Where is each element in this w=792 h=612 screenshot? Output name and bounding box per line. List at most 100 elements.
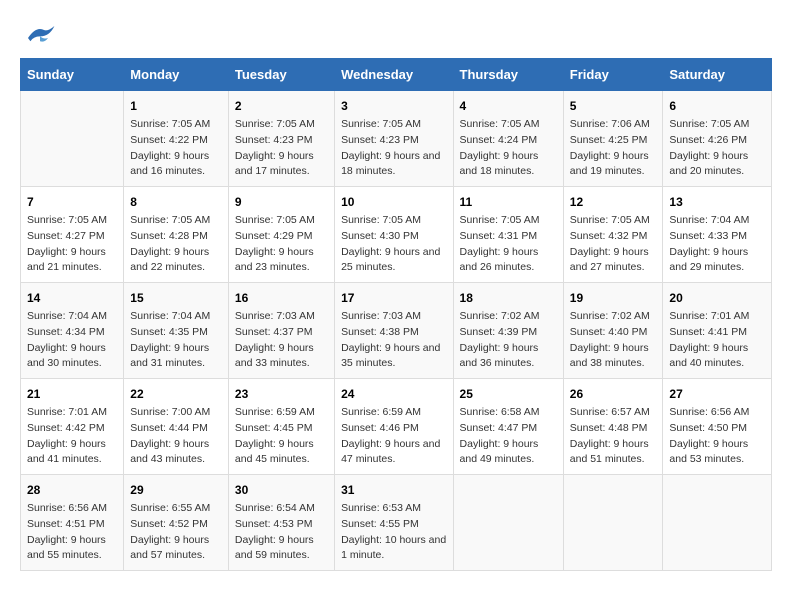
date-number: 5 xyxy=(570,97,657,115)
cell-info: Sunrise: 6:57 AMSunset: 4:48 PMDaylight:… xyxy=(570,405,657,468)
calendar-cell: 14 Sunrise: 7:04 AMSunset: 4:34 PMDayligh… xyxy=(21,283,124,379)
date-number: 6 xyxy=(669,97,765,115)
week-row-5: 28Sunrise: 6:56 AMSunset: 4:51 PMDayligh… xyxy=(21,475,772,571)
calendar-cell: 16 Sunrise: 7:03 AMSunset: 4:37 PMDayligh… xyxy=(228,283,334,379)
date-number: 7 xyxy=(27,193,117,211)
header-row: SundayMondayTuesdayWednesdayThursdayFrid… xyxy=(21,59,772,91)
calendar-cell: 26 Sunrise: 6:57 AMSunset: 4:48 PMDayligh… xyxy=(563,379,663,475)
calendar-cell: 12 Sunrise: 7:05 AMSunset: 4:32 PMDayligh… xyxy=(563,187,663,283)
date-number: 18 xyxy=(460,289,557,307)
cell-info: Sunrise: 7:01 AMSunset: 4:42 PMDaylight:… xyxy=(27,405,117,468)
date-number: 19 xyxy=(570,289,657,307)
date-number: 8 xyxy=(130,193,222,211)
calendar-table: SundayMondayTuesdayWednesdayThursdayFrid… xyxy=(20,58,772,571)
calendar-cell xyxy=(563,475,663,571)
header-day-thursday: Thursday xyxy=(453,59,563,91)
cell-info: Sunrise: 7:04 AMSunset: 4:35 PMDaylight:… xyxy=(130,309,222,372)
cell-info: Sunrise: 7:05 AMSunset: 4:23 PMDaylight:… xyxy=(235,117,328,180)
header-day-saturday: Saturday xyxy=(663,59,772,91)
calendar-cell: 24 Sunrise: 6:59 AMSunset: 4:46 PMDayligh… xyxy=(335,379,453,475)
calendar-cell: 27Sunrise: 6:56 AMSunset: 4:50 PMDayligh… xyxy=(663,379,772,475)
calendar-cell: 31 Sunrise: 6:53 AMSunset: 4:55 PMDayligh… xyxy=(335,475,453,571)
cell-info: Sunrise: 7:05 AMSunset: 4:27 PMDaylight:… xyxy=(27,213,117,276)
calendar-cell: 8 Sunrise: 7:05 AMSunset: 4:28 PMDaylight… xyxy=(124,187,229,283)
date-number: 26 xyxy=(570,385,657,403)
page-container: SundayMondayTuesdayWednesdayThursdayFrid… xyxy=(20,20,772,571)
calendar-cell: 25Sunrise: 6:58 AMSunset: 4:47 PMDayligh… xyxy=(453,379,563,475)
calendar-cell: 13 Sunrise: 7:04 AMSunset: 4:33 PMDayligh… xyxy=(663,187,772,283)
cell-info: Sunrise: 6:59 AMSunset: 4:45 PMDaylight:… xyxy=(235,405,328,468)
week-row-3: 14 Sunrise: 7:04 AMSunset: 4:34 PMDayligh… xyxy=(21,283,772,379)
calendar-cell: 4 Sunrise: 7:05 AMSunset: 4:24 PMDaylight… xyxy=(453,91,563,187)
date-number: 4 xyxy=(460,97,557,115)
date-number: 13 xyxy=(669,193,765,211)
week-row-1: 1 Sunrise: 7:05 AMSunset: 4:22 PMDaylight… xyxy=(21,91,772,187)
date-number: 20 xyxy=(669,289,765,307)
calendar-cell: 20 Sunrise: 7:01 AMSunset: 4:41 PMDayligh… xyxy=(663,283,772,379)
cell-info: Sunrise: 7:05 AMSunset: 4:29 PMDaylight:… xyxy=(235,213,328,276)
cell-info: Sunrise: 7:04 AMSunset: 4:34 PMDaylight:… xyxy=(27,309,117,372)
calendar-cell xyxy=(21,91,124,187)
date-number: 30 xyxy=(235,481,328,499)
date-number: 21 xyxy=(27,385,117,403)
cell-info: Sunrise: 6:59 AMSunset: 4:46 PMDaylight:… xyxy=(341,405,446,468)
calendar-cell: 30Sunrise: 6:54 AMSunset: 4:53 PMDayligh… xyxy=(228,475,334,571)
calendar-cell: 23 Sunrise: 6:59 AMSunset: 4:45 PMDayligh… xyxy=(228,379,334,475)
calendar-cell xyxy=(663,475,772,571)
week-row-2: 7 Sunrise: 7:05 AMSunset: 4:27 PMDaylight… xyxy=(21,187,772,283)
calendar-cell: 17 Sunrise: 7:03 AMSunset: 4:38 PMDayligh… xyxy=(335,283,453,379)
date-number: 15 xyxy=(130,289,222,307)
date-number: 1 xyxy=(130,97,222,115)
cell-info: Sunrise: 7:05 AMSunset: 4:32 PMDaylight:… xyxy=(570,213,657,276)
calendar-cell: 29Sunrise: 6:55 AMSunset: 4:52 PMDayligh… xyxy=(124,475,229,571)
calendar-cell: 1 Sunrise: 7:05 AMSunset: 4:22 PMDaylight… xyxy=(124,91,229,187)
calendar-cell: 9Sunrise: 7:05 AMSunset: 4:29 PMDaylight… xyxy=(228,187,334,283)
date-number: 24 xyxy=(341,385,446,403)
cell-info: Sunrise: 7:05 AMSunset: 4:23 PMDaylight:… xyxy=(341,117,446,180)
cell-info: Sunrise: 7:05 AMSunset: 4:22 PMDaylight:… xyxy=(130,117,222,180)
cell-info: Sunrise: 6:56 AMSunset: 4:51 PMDaylight:… xyxy=(27,501,117,564)
date-number: 2 xyxy=(235,97,328,115)
calendar-cell: 7 Sunrise: 7:05 AMSunset: 4:27 PMDaylight… xyxy=(21,187,124,283)
calendar-cell: 3 Sunrise: 7:05 AMSunset: 4:23 PMDaylight… xyxy=(335,91,453,187)
header-day-wednesday: Wednesday xyxy=(335,59,453,91)
header-day-tuesday: Tuesday xyxy=(228,59,334,91)
logo xyxy=(20,20,56,48)
cell-info: Sunrise: 7:01 AMSunset: 4:41 PMDaylight:… xyxy=(669,309,765,372)
calendar-cell: 6Sunrise: 7:05 AMSunset: 4:26 PMDaylight… xyxy=(663,91,772,187)
week-row-4: 21 Sunrise: 7:01 AMSunset: 4:42 PMDayligh… xyxy=(21,379,772,475)
cell-info: Sunrise: 7:06 AMSunset: 4:25 PMDaylight:… xyxy=(570,117,657,180)
date-number: 25 xyxy=(460,385,557,403)
date-number: 22 xyxy=(130,385,222,403)
logo-bird-icon xyxy=(24,20,56,48)
date-number: 16 xyxy=(235,289,328,307)
cell-info: Sunrise: 7:05 AMSunset: 4:24 PMDaylight:… xyxy=(460,117,557,180)
date-number: 11 xyxy=(460,193,557,211)
cell-info: Sunrise: 7:03 AMSunset: 4:37 PMDaylight:… xyxy=(235,309,328,372)
date-number: 31 xyxy=(341,481,446,499)
cell-info: Sunrise: 7:04 AMSunset: 4:33 PMDaylight:… xyxy=(669,213,765,276)
cell-info: Sunrise: 7:02 AMSunset: 4:39 PMDaylight:… xyxy=(460,309,557,372)
header-day-monday: Monday xyxy=(124,59,229,91)
calendar-cell: 10Sunrise: 7:05 AMSunset: 4:30 PMDayligh… xyxy=(335,187,453,283)
cell-info: Sunrise: 7:02 AMSunset: 4:40 PMDaylight:… xyxy=(570,309,657,372)
cell-info: Sunrise: 7:00 AMSunset: 4:44 PMDaylight:… xyxy=(130,405,222,468)
cell-info: Sunrise: 7:03 AMSunset: 4:38 PMDaylight:… xyxy=(341,309,446,372)
calendar-cell: 28Sunrise: 6:56 AMSunset: 4:51 PMDayligh… xyxy=(21,475,124,571)
date-number: 23 xyxy=(235,385,328,403)
cell-info: Sunrise: 6:56 AMSunset: 4:50 PMDaylight:… xyxy=(669,405,765,468)
date-number: 3 xyxy=(341,97,446,115)
cell-info: Sunrise: 7:05 AMSunset: 4:28 PMDaylight:… xyxy=(130,213,222,276)
cell-info: Sunrise: 7:05 AMSunset: 4:30 PMDaylight:… xyxy=(341,213,446,276)
calendar-cell xyxy=(453,475,563,571)
header xyxy=(20,20,772,48)
calendar-cell: 5 Sunrise: 7:06 AMSunset: 4:25 PMDaylight… xyxy=(563,91,663,187)
calendar-cell: 2 Sunrise: 7:05 AMSunset: 4:23 PMDaylight… xyxy=(228,91,334,187)
calendar-cell: 19 Sunrise: 7:02 AMSunset: 4:40 PMDayligh… xyxy=(563,283,663,379)
date-number: 14 xyxy=(27,289,117,307)
date-number: 17 xyxy=(341,289,446,307)
cell-info: Sunrise: 6:53 AMSunset: 4:55 PMDaylight:… xyxy=(341,501,446,564)
header-day-sunday: Sunday xyxy=(21,59,124,91)
calendar-cell: 18 Sunrise: 7:02 AMSunset: 4:39 PMDayligh… xyxy=(453,283,563,379)
date-number: 12 xyxy=(570,193,657,211)
